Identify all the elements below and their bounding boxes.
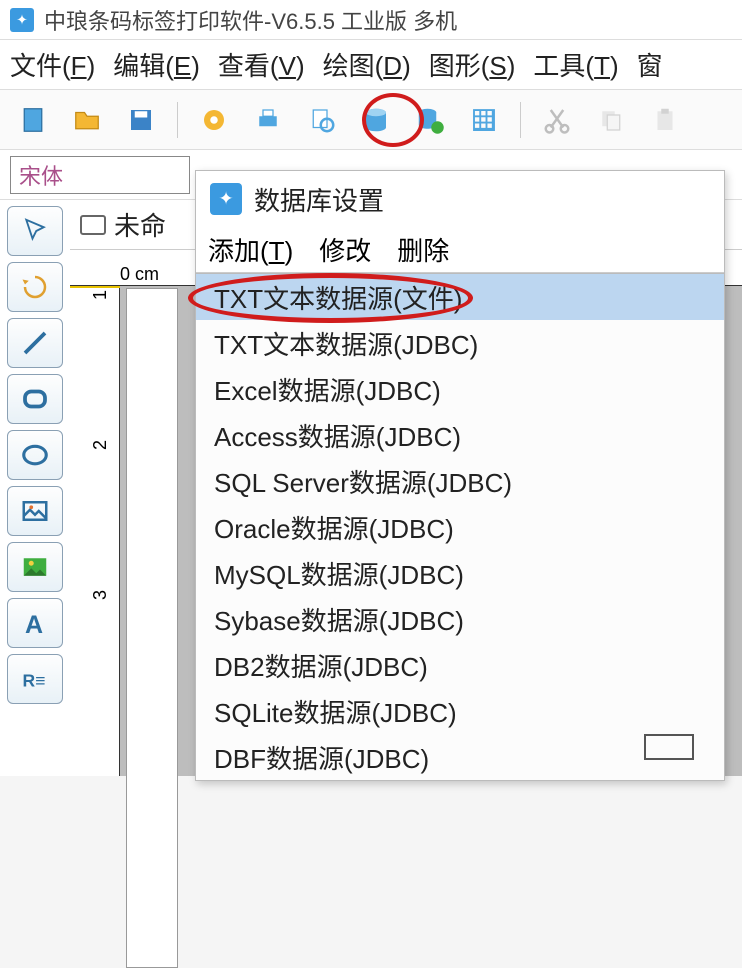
- save-icon: [126, 105, 156, 135]
- ellipse-icon: [20, 440, 50, 470]
- paste-button[interactable]: [647, 102, 683, 138]
- label-page[interactable]: [126, 288, 178, 968]
- new-doc-button[interactable]: [15, 102, 51, 138]
- rounded-rect-icon: [20, 384, 50, 414]
- gear-icon: [199, 105, 229, 135]
- svg-text:A: A: [25, 611, 43, 638]
- menu-view[interactable]: 查看(V): [218, 46, 305, 83]
- tool-palette: A R≡: [0, 200, 70, 776]
- tool-line[interactable]: [7, 318, 63, 368]
- cut-button[interactable]: [539, 102, 575, 138]
- preview-icon: [307, 105, 337, 135]
- tool-text[interactable]: A: [7, 598, 63, 648]
- menu-window[interactable]: 窗: [637, 46, 663, 83]
- ruler-marker: [70, 286, 120, 288]
- dialog-header: 数据库设置: [196, 171, 724, 227]
- menu-file[interactable]: 文件(F): [10, 46, 95, 83]
- menu-draw[interactable]: 绘图(D): [323, 46, 411, 83]
- grid-icon: [469, 105, 499, 135]
- dialog-footer-button[interactable]: [644, 734, 694, 760]
- cursor-icon: [20, 216, 50, 246]
- font-select[interactable]: 宋体: [10, 156, 190, 194]
- tool-richtext[interactable]: R≡: [7, 654, 63, 704]
- datasource-db2[interactable]: DB2数据源(JDBC): [196, 642, 724, 688]
- new-doc-icon: [18, 105, 48, 135]
- dialog-icon: [210, 183, 242, 215]
- vruler-tick-3: 3: [90, 590, 111, 600]
- database-refresh-button[interactable]: [412, 102, 448, 138]
- print-button[interactable]: [250, 102, 286, 138]
- dialog-menu-delete[interactable]: 删除: [397, 231, 449, 268]
- menu-shape[interactable]: 图形(S): [429, 46, 516, 83]
- separator: [520, 102, 521, 138]
- menu-tools[interactable]: 工具(T): [533, 46, 618, 83]
- datasource-excel[interactable]: Excel数据源(JDBC): [196, 366, 724, 412]
- database-dialog: 数据库设置 添加(T) 修改 删除 TXT文本数据源(文件) TXT文本数据源(…: [195, 170, 725, 781]
- separator: [177, 102, 178, 138]
- window-title: 中琅条码标签打印软件-V6.5.5 工业版 多机: [44, 4, 457, 36]
- image-icon: [20, 496, 50, 526]
- datasource-sqlite[interactable]: SQLite数据源(JDBC): [196, 688, 724, 734]
- datasource-sybase[interactable]: Sybase数据源(JDBC): [196, 596, 724, 642]
- tab-untitled[interactable]: 未命: [80, 206, 166, 243]
- open-button[interactable]: [69, 102, 105, 138]
- datasource-txt-jdbc[interactable]: TXT文本数据源(JDBC): [196, 320, 724, 366]
- datasource-txt-file[interactable]: TXT文本数据源(文件): [196, 274, 724, 320]
- tool-select[interactable]: [7, 206, 63, 256]
- datasource-oracle[interactable]: Oracle数据源(JDBC): [196, 504, 724, 550]
- dialog-menu-add[interactable]: 添加(T): [208, 231, 293, 268]
- dialog-title: 数据库设置: [254, 181, 384, 218]
- rotate-icon: [20, 272, 50, 302]
- database-refresh-icon: [415, 105, 445, 135]
- paste-icon: [650, 105, 680, 135]
- vruler-tick-2: 2: [90, 440, 111, 450]
- grid-button[interactable]: [466, 102, 502, 138]
- document-icon: [80, 215, 106, 235]
- copy-button[interactable]: [593, 102, 629, 138]
- datasource-dropdown: TXT文本数据源(文件) TXT文本数据源(JDBC) Excel数据源(JDB…: [196, 273, 724, 780]
- dialog-menu-modify[interactable]: 修改: [319, 231, 371, 268]
- text-a-icon: A: [20, 608, 50, 638]
- tool-rotate[interactable]: [7, 262, 63, 312]
- cut-icon: [542, 105, 572, 135]
- preview-button[interactable]: [304, 102, 340, 138]
- menubar: 文件(F) 编辑(E) 查看(V) 绘图(D) 图形(S) 工具(T) 窗: [0, 40, 742, 90]
- datasource-sqlserver[interactable]: SQL Server数据源(JDBC): [196, 458, 724, 504]
- save-button[interactable]: [123, 102, 159, 138]
- print-icon: [253, 105, 283, 135]
- font-select-value: 宋体: [19, 159, 63, 191]
- tool-ellipse[interactable]: [7, 430, 63, 480]
- database-icon: [361, 105, 391, 135]
- vertical-ruler: 1 2 3: [70, 286, 120, 776]
- database-button[interactable]: [358, 102, 394, 138]
- titlebar: 中琅条码标签打印软件-V6.5.5 工业版 多机: [0, 0, 742, 40]
- datasource-mysql[interactable]: MySQL数据源(JDBC): [196, 550, 724, 596]
- svg-text:R≡: R≡: [23, 671, 46, 691]
- richtext-icon: R≡: [20, 664, 50, 694]
- picture-icon: [20, 552, 50, 582]
- settings-button[interactable]: [196, 102, 232, 138]
- tool-picture[interactable]: [7, 542, 63, 592]
- vruler-tick-1: 1: [90, 290, 111, 300]
- datasource-access[interactable]: Access数据源(JDBC): [196, 412, 724, 458]
- tool-roundrect[interactable]: [7, 374, 63, 424]
- app-icon: [10, 8, 34, 32]
- open-folder-icon: [72, 105, 102, 135]
- line-icon: [20, 328, 50, 358]
- copy-icon: [596, 105, 626, 135]
- tool-image[interactable]: [7, 486, 63, 536]
- menu-edit[interactable]: 编辑(E): [113, 46, 200, 83]
- dialog-menu: 添加(T) 修改 删除: [196, 227, 724, 273]
- toolbar: [0, 90, 742, 150]
- tab-label: 未命: [114, 206, 166, 243]
